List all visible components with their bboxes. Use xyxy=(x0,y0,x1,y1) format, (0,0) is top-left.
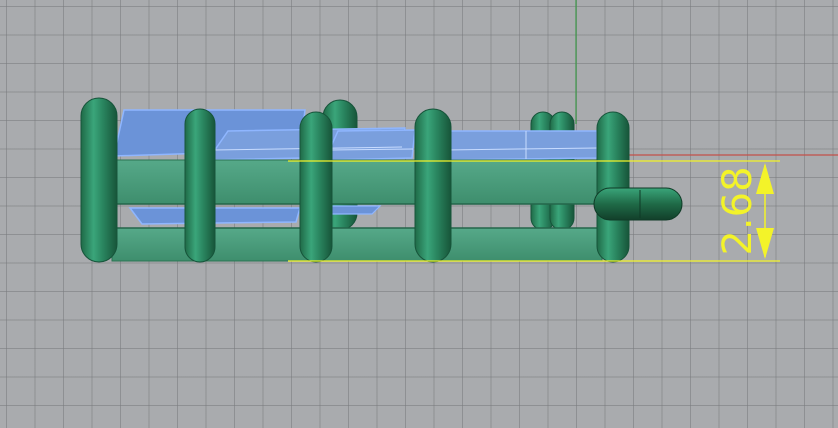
fence-post[interactable] xyxy=(80,97,118,263)
panel[interactable] xyxy=(438,130,598,161)
fence-post[interactable] xyxy=(596,111,630,263)
viewport-scene: 2.68 xyxy=(80,0,838,263)
panel[interactable] xyxy=(323,129,416,161)
capsule-object[interactable] xyxy=(593,187,683,221)
panel-lower[interactable] xyxy=(324,205,382,215)
fence-post[interactable] xyxy=(299,111,333,263)
fence-post[interactable] xyxy=(414,108,452,263)
dimension-value: 2.68 xyxy=(715,166,761,255)
3d-viewport[interactable]: 2.68 xyxy=(0,0,838,428)
fence-post[interactable] xyxy=(184,108,216,263)
